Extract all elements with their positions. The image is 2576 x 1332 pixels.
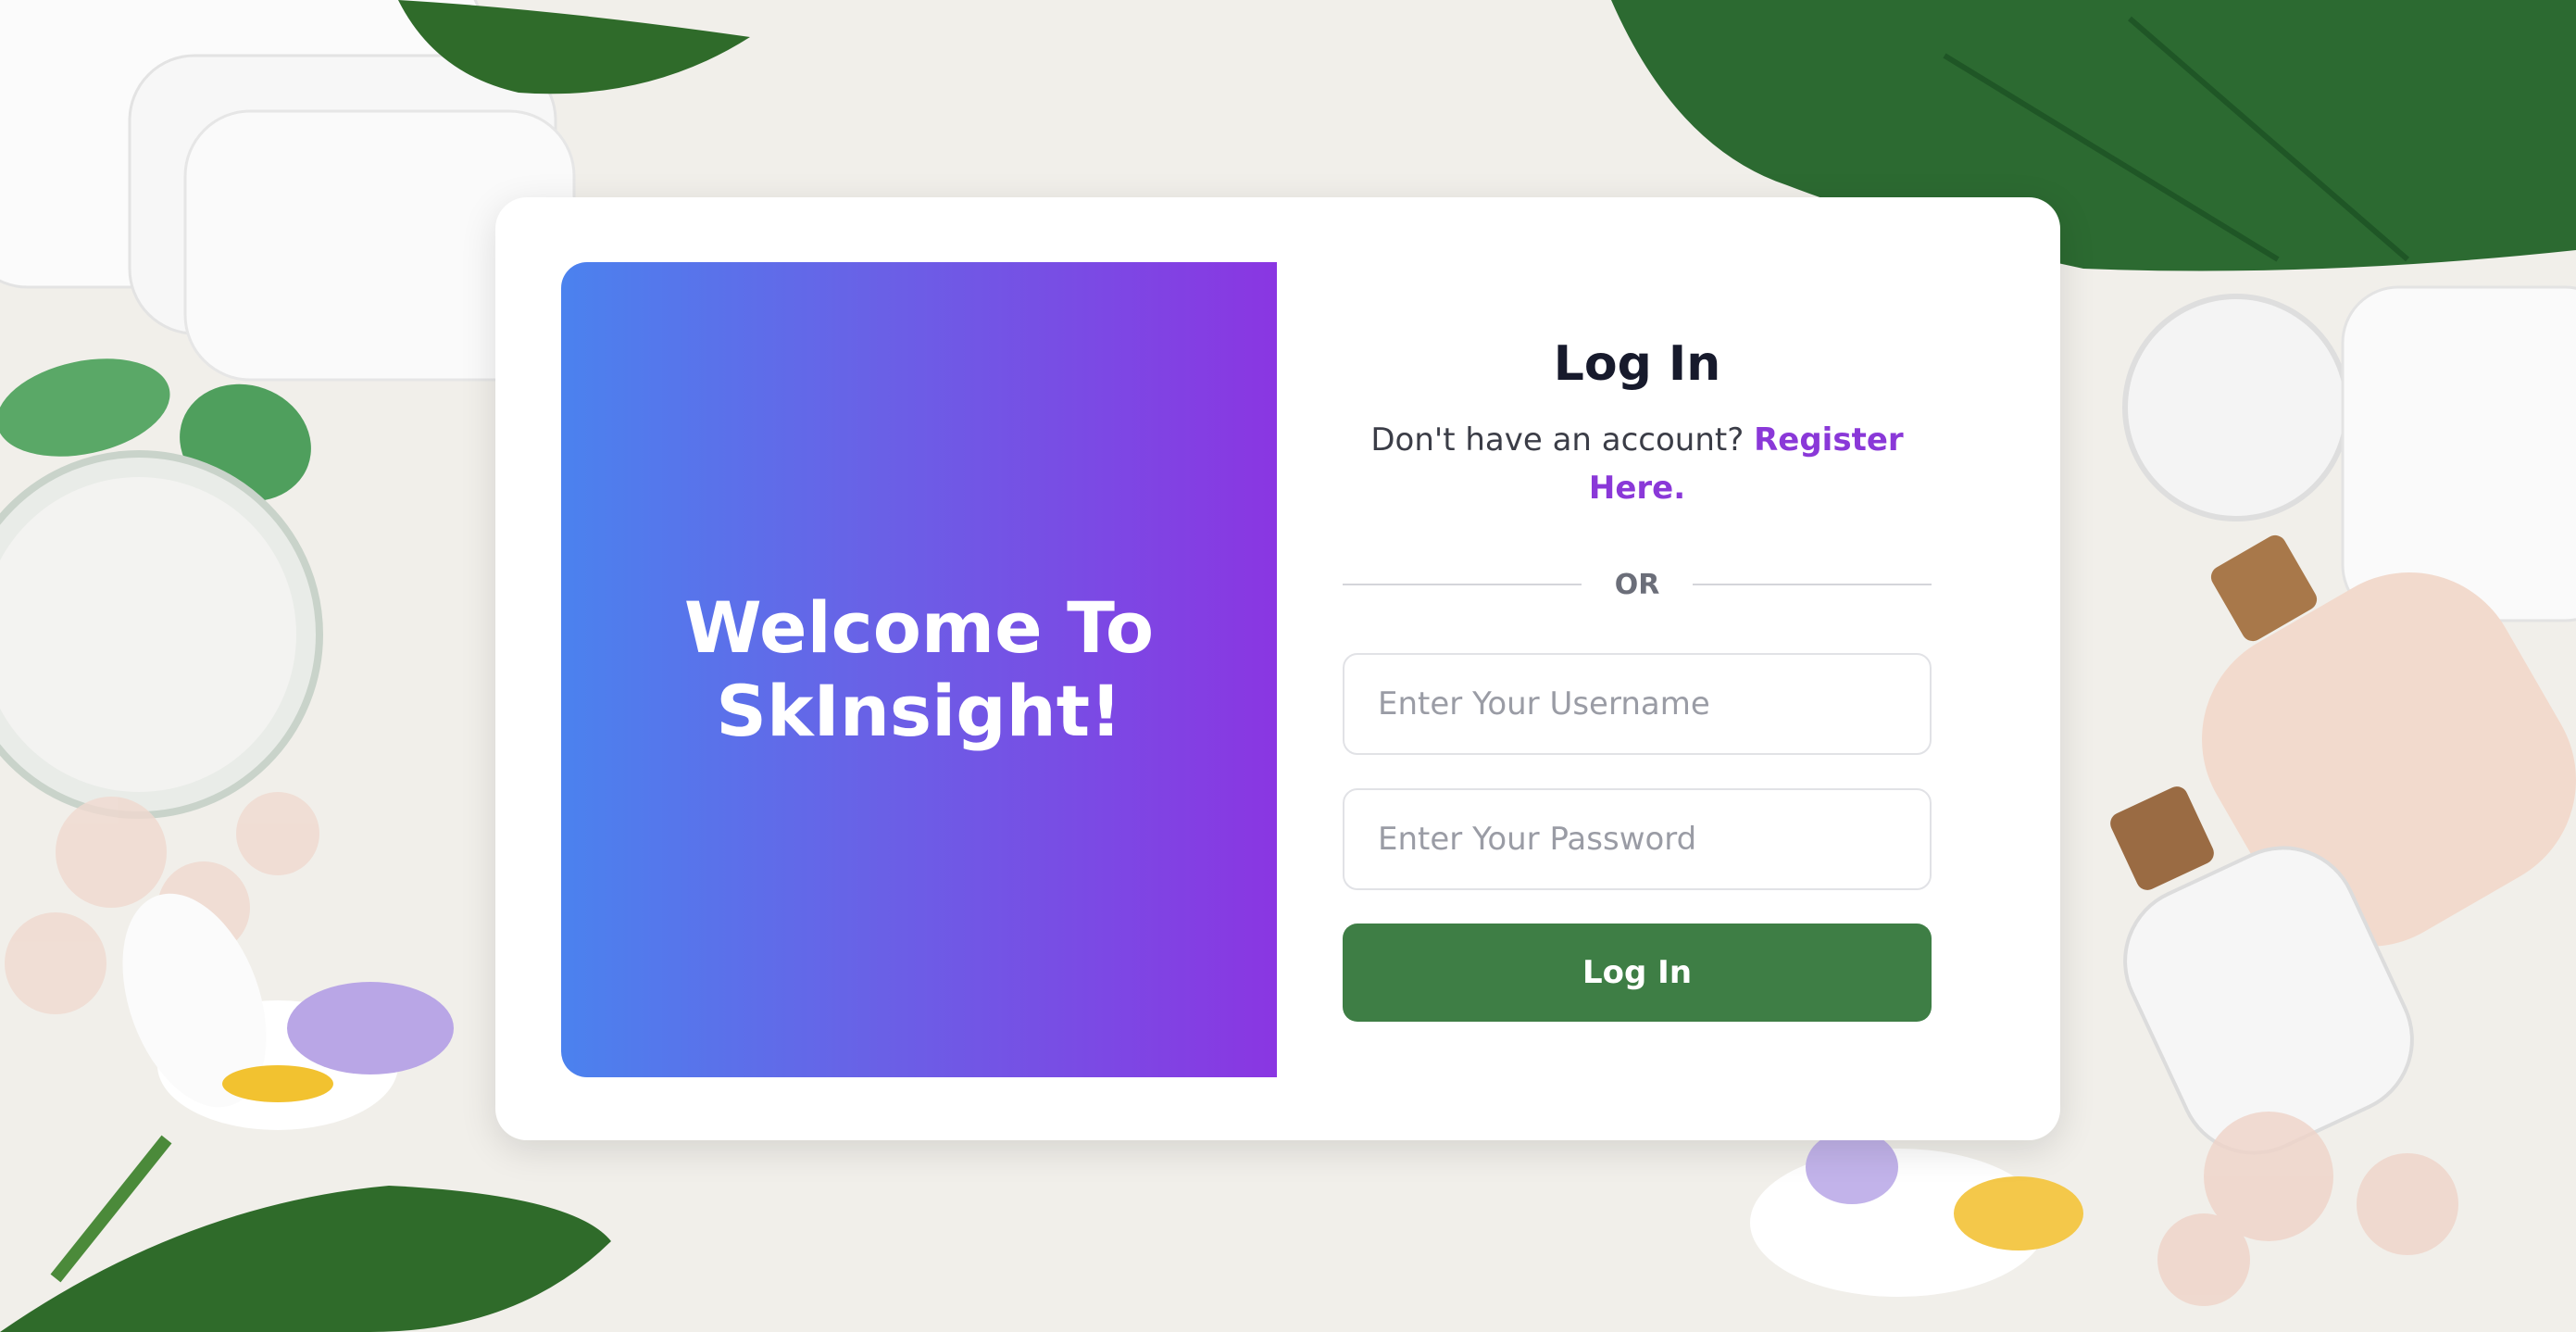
leaf-bottom-left bbox=[0, 1186, 611, 1332]
or-divider: OR bbox=[1343, 566, 1932, 603]
divider-text: OR bbox=[1614, 568, 1660, 601]
bath-salt-right bbox=[2157, 1112, 2458, 1306]
login-form: Log In Don't have an account? Register H… bbox=[1343, 262, 1932, 1022]
welcome-panel: Welcome To SkInsight! bbox=[561, 262, 1277, 1077]
register-prompt: Don't have an account? Register Here. bbox=[1359, 416, 1915, 512]
divider-line-left bbox=[1343, 584, 1582, 585]
candles-decoration bbox=[2122, 285, 2576, 622]
welcome-title: Welcome To SkInsight! bbox=[683, 586, 1155, 752]
login-title: Log In bbox=[1553, 336, 1721, 392]
login-button[interactable]: Log In bbox=[1343, 924, 1932, 1022]
password-input[interactable] bbox=[1343, 788, 1932, 890]
iris-flower-bottom bbox=[1750, 1130, 2083, 1297]
divider-line-right bbox=[1693, 584, 1932, 585]
no-account-text: Don't have an account? bbox=[1370, 421, 1744, 459]
login-card: Welcome To SkInsight! Log In Don't have … bbox=[495, 197, 2060, 1140]
username-input[interactable] bbox=[1343, 653, 1932, 755]
